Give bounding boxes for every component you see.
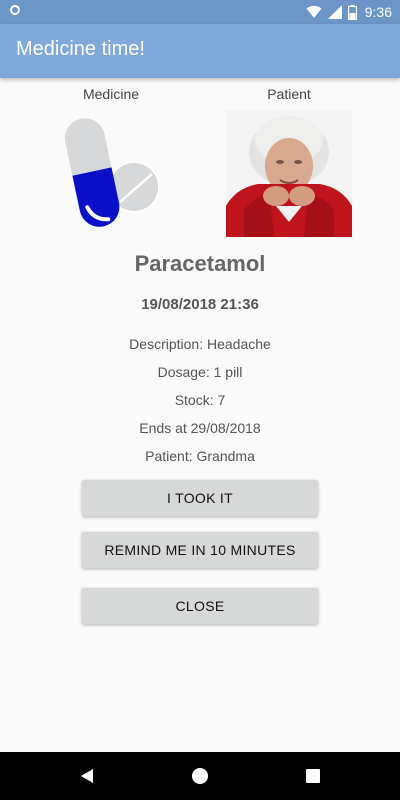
patient-photo[interactable] — [226, 110, 352, 237]
stock-text: Stock: 7 — [174, 392, 226, 408]
back-icon[interactable] — [78, 766, 98, 786]
close-button[interactable]: CLOSE — [82, 588, 318, 624]
medicine-label: Medicine — [82, 86, 140, 102]
remind-later-button[interactable]: REMIND ME IN 10 MINUTES — [82, 532, 318, 568]
app-bar: Medicine time! — [0, 24, 400, 78]
app-title: Medicine time! — [16, 38, 145, 60]
dosage-text: Dosage: 1 pill — [157, 364, 243, 380]
battery-icon — [347, 4, 357, 20]
patient-label: Patient — [267, 86, 311, 102]
wifi-icon — [306, 5, 322, 18]
status-bar: 9:36 — [0, 0, 400, 24]
medicine-image[interactable] — [50, 110, 170, 235]
navigation-bar — [0, 752, 400, 800]
home-icon[interactable] — [190, 766, 210, 786]
signal-icon — [327, 5, 342, 19]
recents-icon[interactable] — [303, 766, 323, 786]
clock: 9:36 — [364, 4, 392, 20]
notification-icon — [10, 5, 20, 15]
description-text: Description: Headache — [129, 336, 271, 352]
medicine-name: Paracetamol — [134, 251, 266, 276]
status-icons: 9:36 — [306, 3, 392, 21]
i-took-it-button[interactable]: I TOOK IT — [82, 480, 318, 516]
end-date-text: Ends at 29/08/2018 — [139, 420, 261, 436]
patient-text: Patient: Grandma — [145, 448, 255, 464]
reminder-datetime: 19/08/2018 21:36 — [141, 296, 259, 313]
